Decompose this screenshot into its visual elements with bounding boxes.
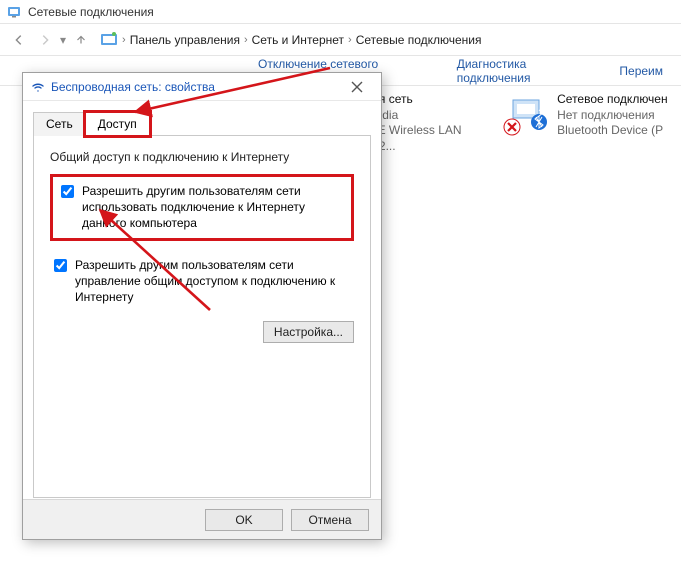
cancel-button[interactable]: Отмена [291, 509, 369, 531]
error-x-icon [503, 118, 521, 136]
dialog-title: Беспроводная сеть: свойства [51, 80, 215, 94]
breadcrumb-item[interactable]: Сеть и Интернет [252, 33, 344, 47]
app-icon [6, 4, 22, 20]
adapter-status: Нет подключения [557, 108, 667, 124]
tab-page-access: Общий доступ к подключению к Интернету Р… [33, 136, 371, 498]
checkbox-allow-control-label: Разрешить другим пользователям сети упра… [75, 257, 350, 306]
tab-strip: Сеть Доступ [33, 111, 371, 136]
chevron-right-icon: › [348, 34, 352, 46]
network-adapter-icon [509, 92, 549, 132]
wifi-icon [31, 80, 45, 94]
adapter-name: Сетевое подключен [557, 92, 667, 108]
toolbar-diagnose[interactable]: Диагностика подключения [457, 57, 594, 85]
adapter-status: Media [366, 108, 484, 124]
nav-recent-dropdown[interactable]: ▾ [60, 33, 66, 47]
breadcrumb-item[interactable]: Сетевые подключения [356, 33, 482, 47]
toolbar-rename[interactable]: Переим [619, 64, 663, 78]
tab-network[interactable]: Сеть [33, 112, 86, 136]
close-button[interactable] [341, 76, 373, 98]
adapter-device: ICE Wireless LAN 802... [366, 123, 484, 154]
dialog-footer: OK Отмена [23, 499, 381, 539]
adapter-bluetooth[interactable]: Сетевое подключен Нет подключения Blueto… [509, 92, 671, 154]
checkbox-allow-control-input[interactable] [54, 259, 67, 272]
settings-button[interactable]: Настройка... [263, 321, 354, 343]
breadcrumb: › Панель управления › Сеть и Интернет › … [100, 31, 481, 49]
breadcrumb-item[interactable]: Панель управления [130, 33, 240, 47]
nav-back-button[interactable] [8, 29, 30, 51]
dialog-titlebar: Беспроводная сеть: свойства [23, 73, 381, 101]
window-titlebar: Сетевые подключения [0, 0, 681, 24]
adapter-name: ная сеть [366, 92, 484, 108]
checkbox-allow-share-input[interactable] [61, 185, 74, 198]
properties-dialog: Беспроводная сеть: свойства Сеть Доступ … [22, 72, 382, 540]
window-title: Сетевые подключения [28, 5, 154, 19]
nav-up-button[interactable] [70, 29, 92, 51]
chevron-right-icon: › [244, 34, 248, 46]
control-panel-icon [100, 31, 118, 49]
chevron-right-icon: › [122, 34, 126, 46]
checkbox-allow-control[interactable]: Разрешить другим пользователям сети упра… [50, 255, 354, 308]
tab-access[interactable]: Доступ [85, 112, 150, 136]
ok-button[interactable]: OK [205, 509, 283, 531]
nav-forward-button[interactable] [34, 29, 56, 51]
checkbox-allow-share-label: Разрешить другим пользователям сети испо… [82, 183, 343, 232]
adapter-device: Bluetooth Device (P [557, 123, 667, 139]
checkbox-allow-share[interactable]: Разрешить другим пользователям сети испо… [50, 174, 354, 241]
group-label: Общий доступ к подключению к Интернету [50, 150, 354, 164]
nav-bar: ▾ › Панель управления › Сеть и Интернет … [0, 24, 681, 56]
